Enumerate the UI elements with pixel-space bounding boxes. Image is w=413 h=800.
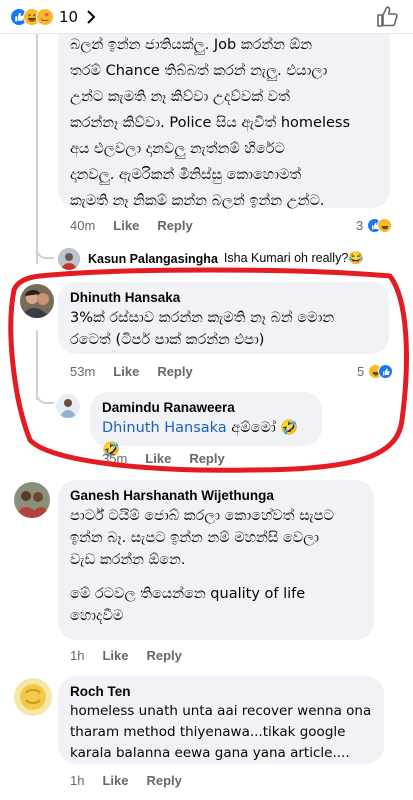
chevron-right-icon: [87, 9, 96, 24]
comment-author[interactable]: Ganesh Harshanath Wijethunga: [70, 488, 362, 503]
reaction-count: 10: [59, 7, 79, 26]
reply-text: Isha Kumari oh really?😂: [223, 251, 364, 265]
thread-connector: [36, 380, 54, 404]
timestamp: 40m: [70, 218, 96, 233]
comment-text-line: රටෙත් (ටිපර් පාක් කරන්න එපා): [70, 332, 265, 348]
like-button[interactable]: Like: [102, 648, 128, 663]
comment-text-line: [70, 571, 362, 583]
reaction-count: 3: [356, 218, 364, 233]
reply-button[interactable]: Reply: [146, 773, 181, 788]
comment-text-line: අය එලවලා දානවලු නැත්නම් හිරේට: [70, 141, 285, 157]
comment-bubble: බලන් ඉන්න ජාතියක්ලු. Job කරන්න ඕන තරම් C…: [58, 18, 390, 209]
comment-text-line: උන්ට කැමති නෑ කිව්වා උදව්වක් වත්: [70, 89, 290, 105]
comment-text-line: පාර්ට් ටයිම් ජොබ් කරලා කොහේවත් සැපට: [70, 508, 334, 524]
like-button[interactable]: Like: [145, 451, 171, 466]
mention-link[interactable]: Dhinuth Hansaka: [102, 420, 227, 436]
reply-author[interactable]: Kasun Palangasingha: [88, 252, 218, 266]
like-icon: [378, 364, 394, 379]
comment-text-line: වැඩ කරන්න ඕනෙ.: [70, 552, 186, 568]
comment-text-line: බලන් ඉන්න ජාතියක්ලු. Job කරන්න ඕන: [70, 37, 313, 53]
timestamp: 35m: [102, 451, 128, 466]
like-button[interactable]: Like: [113, 218, 139, 233]
comment-author[interactable]: Roch Ten: [70, 684, 372, 699]
comment-bubble: Dhinuth Hansaka 3%ක් රස්සාව කරන්න කැමති …: [58, 282, 389, 354]
reactions-header: 10: [0, 0, 413, 34]
like-button[interactable]: Like: [102, 773, 128, 788]
comment-text-line: 3%ක් රස්සාව කරන්න කැමති නෑ බන් මොන: [70, 310, 335, 326]
like-outline-icon[interactable]: [375, 5, 399, 29]
timestamp: 1h: [70, 648, 85, 663]
comment-text-line: කැමති නෑ නිකම් කන්න බලන් ඉන්න උන්ට.: [70, 193, 325, 209]
comment-actions: 1h Like Reply: [70, 773, 182, 788]
comment-text-line: දානවලු. ඇමරිකන් මිනිස්සු කොහොමත්: [70, 167, 302, 183]
reaction-summary[interactable]: 10: [10, 7, 96, 26]
comment-bubble: Roch Ten homeless unath unta aai recover…: [58, 676, 384, 764]
comment-actions: 1h Like Reply: [70, 648, 182, 663]
reply-preview[interactable]: Kasun Palangasingha Isha Kumari oh reall…: [88, 251, 364, 266]
thread-line: [36, 34, 38, 264]
comment-text-line: karala balanna eewa gana yana article...…: [70, 745, 350, 761]
reply-button[interactable]: Reply: [157, 218, 192, 233]
reply-button[interactable]: Reply: [189, 451, 224, 466]
like-button[interactable]: Like: [113, 364, 139, 379]
reply-button[interactable]: Reply: [146, 648, 181, 663]
avatar[interactable]: [56, 394, 80, 418]
avatar[interactable]: [58, 248, 80, 270]
thread-connector: [36, 235, 54, 259]
reaction-count: 5: [357, 364, 365, 379]
comment-text-line: ඉන්න බෑ. සැපට ඉන්න නම් මහන්සි වෙලා: [70, 530, 320, 546]
comment-author[interactable]: Dhinuth Hansaka: [70, 290, 377, 305]
timestamp: 53m: [70, 364, 96, 379]
comment-actions: 53m Like Reply: [70, 364, 193, 379]
timestamp: 1h: [70, 773, 85, 788]
comment-actions: 35m Like Reply: [102, 451, 225, 466]
comment-actions: 40m Like Reply: [70, 218, 193, 233]
comment-text-line: tharam method thiyenawa...tikak google: [70, 724, 346, 740]
comment-text-line: තරම් Chance තිබ්බත් කරන් නැලු. එයාලා: [70, 63, 328, 79]
comment-bubble: Damindu Ranaweera Dhinuth Hansaka අම්මෝ …: [90, 392, 322, 458]
haha-icon: [377, 218, 393, 233]
avatar[interactable]: [14, 678, 52, 716]
comment-text-line: homeless unath unta aai recover wenna on…: [70, 703, 372, 719]
comment-text-line: හොදවීම: [70, 608, 124, 624]
comment-reactions[interactable]: 3: [356, 218, 393, 233]
reply-button[interactable]: Reply: [157, 364, 192, 379]
avatar[interactable]: [20, 284, 54, 318]
comment-text-line: මේ රටවල තියෙන්නෙ quality of life: [70, 586, 306, 602]
comment-reactions[interactable]: 5: [357, 364, 394, 379]
comment-author[interactable]: Damindu Ranaweera: [102, 400, 310, 415]
comment-bubble: Ganesh Harshanath Wijethunga පාර්ට් ටයිම…: [58, 480, 374, 640]
love-face-icon: [36, 7, 54, 26]
comment-text-line: කරන්නෑ කිව්වා. Police සිය ඇවිත් homeless: [70, 115, 351, 131]
avatar[interactable]: [14, 482, 50, 518]
